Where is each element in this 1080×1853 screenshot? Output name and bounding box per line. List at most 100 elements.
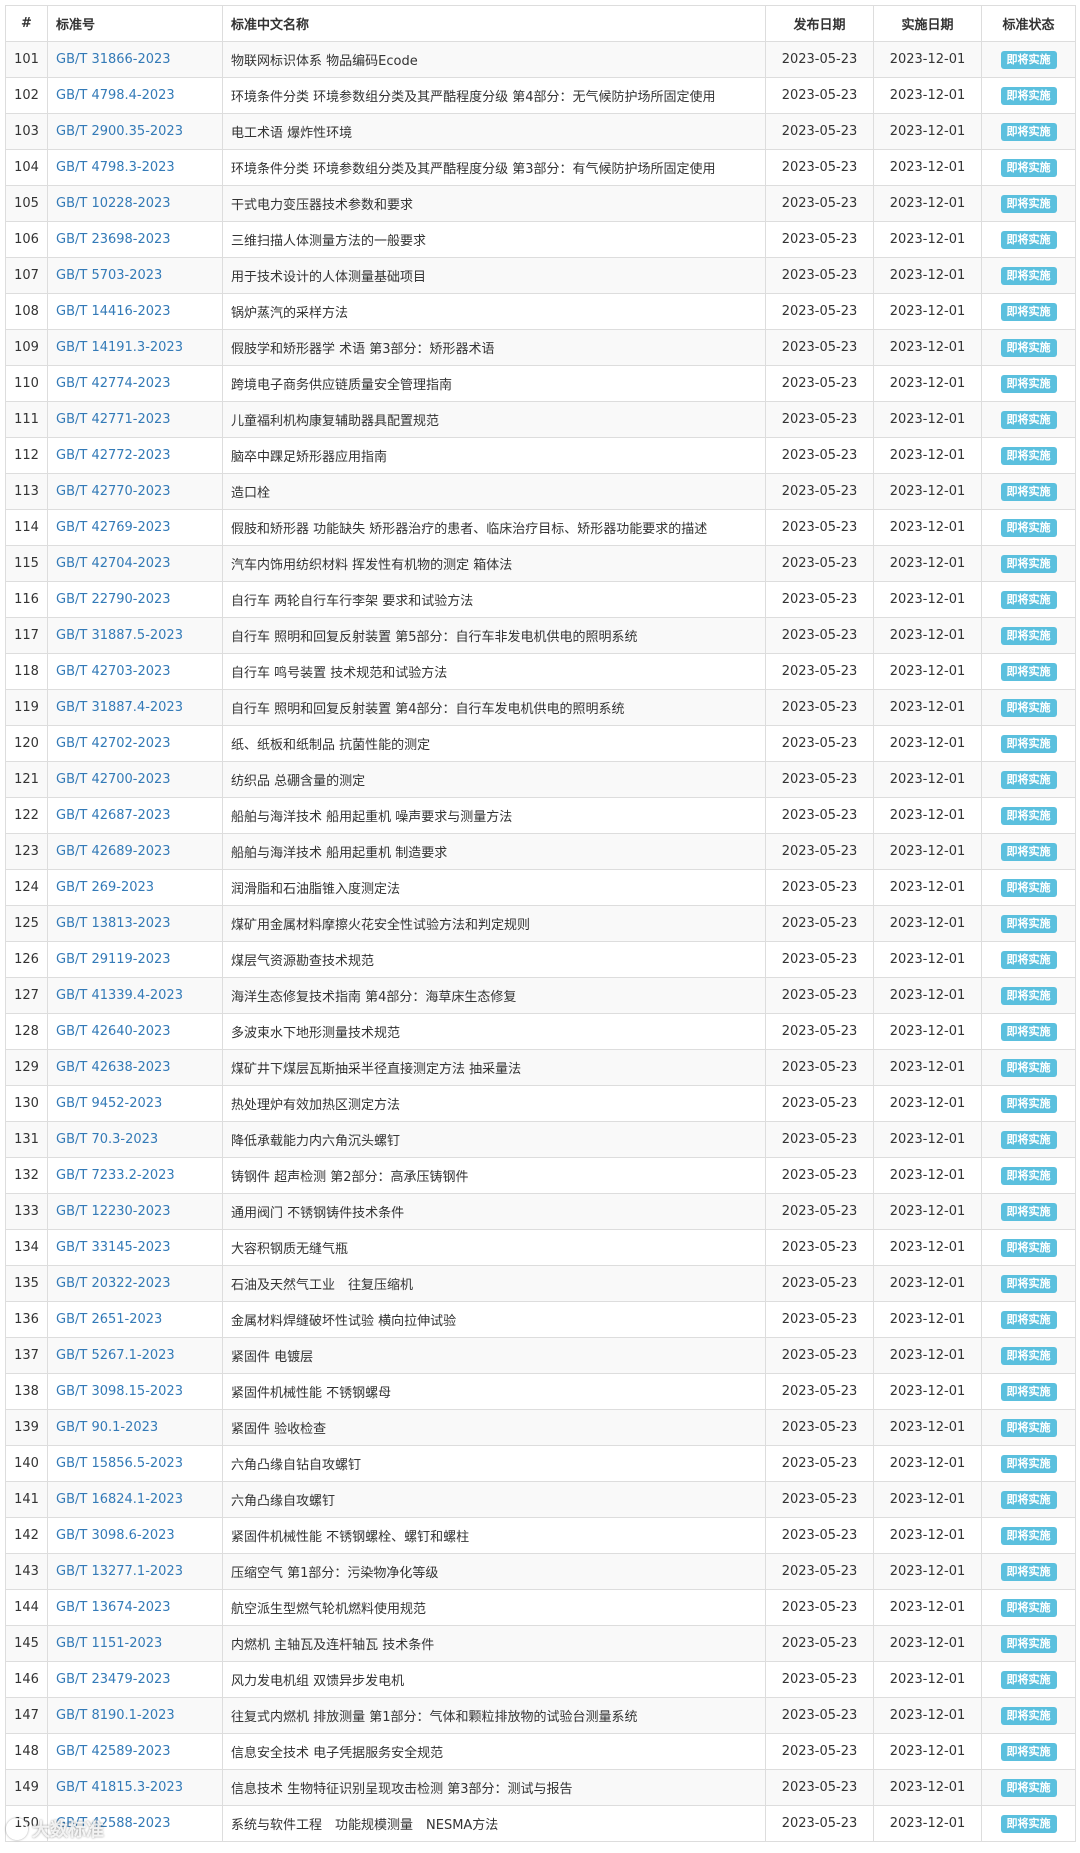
row-name-cell: 内燃机 主轴瓦及连杆轴瓦 技术条件 [222,1625,766,1662]
row-code-cell: GB/T 33145-2023 [47,1229,223,1266]
standard-code-link[interactable]: GB/T 42700-2023 [56,772,171,787]
standard-code-link[interactable]: GB/T 42770-2023 [56,484,171,499]
row-status-cell: 即将实施 [981,653,1076,690]
standard-code-link[interactable]: GB/T 1151-2023 [56,1636,162,1651]
standard-code-link[interactable]: GB/T 3098.6-2023 [56,1528,175,1543]
row-name: 假肢学和矫形器学 术语 第3部分：矫形器术语 [231,342,495,357]
standard-code-link[interactable]: GB/T 10228-2023 [56,196,171,211]
row-num: 131 [14,1132,39,1147]
standard-code-link[interactable]: GB/T 42703-2023 [56,664,171,679]
row-name: 压缩空气 第1部分：污染物净化等级 [231,1566,439,1581]
standard-code-link[interactable]: GB/T 16824.1-2023 [56,1492,183,1507]
status-badge: 即将实施 [1000,1022,1057,1041]
standard-code-link[interactable]: GB/T 42702-2023 [56,736,171,751]
row-publish-date: 2023-05-23 [781,1564,858,1579]
row-name: 三维扫描人体测量方法的一般要求 [231,234,427,249]
row-publish-date: 2023-05-23 [781,1636,858,1651]
status-badge: 即将实施 [1000,1382,1057,1401]
standard-code-link[interactable]: GB/T 269-2023 [56,880,154,895]
standard-code-link[interactable]: GB/T 33145-2023 [56,1240,171,1255]
row-num: 107 [14,268,39,283]
standard-code-link[interactable]: GB/T 20322-2023 [56,1276,171,1291]
row-publish-date: 2023-05-23 [781,916,858,931]
standard-code-link[interactable]: GB/T 70.3-2023 [56,1132,158,1147]
row-implement-date: 2023-12-01 [889,1096,966,1111]
standard-code-link[interactable]: GB/T 3098.15-2023 [56,1384,183,1399]
row-status-cell: 即将实施 [981,41,1076,78]
standard-code-link[interactable]: GB/T 41339.4-2023 [56,988,183,1003]
row-num: 120 [14,736,39,751]
standard-code-link[interactable]: GB/T 42640-2023 [56,1024,171,1039]
row-code-cell: GB/T 41339.4-2023 [47,977,223,1014]
table-row: 123 GB/T 42689-2023 船舶与海洋技术 船用起重机 制造要求 2023… [5,833,1076,870]
row-implement-date: 2023-12-01 [889,196,966,211]
row-num: 111 [14,412,39,427]
row-name-cell: 儿童福利机构康复辅助器具配置规范 [222,401,766,438]
standard-code-link[interactable]: GB/T 13277.1-2023 [56,1564,183,1579]
standard-code-link[interactable]: GB/T 42772-2023 [56,448,171,463]
row-num: 149 [14,1780,39,1795]
header-status: 标准状态 [981,5,1076,42]
standard-code-link[interactable]: GB/T 23698-2023 [56,232,171,247]
standard-code-link[interactable]: GB/T 29119-2023 [56,952,171,967]
standard-code-link[interactable]: GB/T 42638-2023 [56,1060,171,1075]
standard-code-link[interactable]: GB/T 14191.3-2023 [56,340,183,355]
row-name: 六角凸缘自钻自攻螺钉 [231,1458,362,1473]
row-name-cell: 煤层气资源勘查技术规范 [222,941,766,978]
row-num: 150 [14,1816,39,1831]
standard-code-link[interactable]: GB/T 5703-2023 [56,268,162,283]
status-badge: 即将实施 [1000,842,1057,861]
standard-code-link[interactable]: GB/T 2900.35-2023 [56,124,183,139]
row-publish-date-cell: 2023-05-23 [765,941,874,978]
standard-code-link[interactable]: GB/T 90.1-2023 [56,1420,158,1435]
row-publish-date: 2023-05-23 [781,628,858,643]
row-num-cell: 113 [5,473,48,510]
standard-code-link[interactable]: GB/T 22790-2023 [56,592,171,607]
standard-code-link[interactable]: GB/T 42774-2023 [56,376,171,391]
row-code-cell: GB/T 1151-2023 [47,1625,223,1662]
row-num: 122 [14,808,39,823]
standard-code-link[interactable]: GB/T 13674-2023 [56,1600,171,1615]
table-row: 135 GB/T 20322-2023 石油及天然气工业 往复压缩机 2023-05-… [5,1265,1076,1302]
standard-code-link[interactable]: GB/T 8190.1-2023 [56,1708,175,1723]
standard-code-link[interactable]: GB/T 23479-2023 [56,1672,171,1687]
row-name: 干式电力变压器技术参数和要求 [231,198,414,213]
row-publish-date-cell: 2023-05-23 [765,473,874,510]
standard-code-link[interactable]: GB/T 42704-2023 [56,556,171,571]
standard-code-link[interactable]: GB/T 31866-2023 [56,52,171,67]
row-implement-date-cell: 2023-12-01 [873,1301,982,1338]
row-name-cell: 环境条件分类 环境参数组分类及其严酷程度分级 第4部分：无气候防护场所固定使用 [222,77,766,114]
standard-code-link[interactable]: GB/T 13813-2023 [56,916,171,931]
standard-code-link[interactable]: GB/T 15856.5-2023 [56,1456,183,1471]
header-name: 标准中文名称 [222,5,766,42]
header-implement-date: 实施日期 [873,5,982,42]
standard-code-link[interactable]: GB/T 2651-2023 [56,1312,162,1327]
standard-code-link[interactable]: GB/T 42689-2023 [56,844,171,859]
row-code-cell: GB/T 3098.6-2023 [47,1517,223,1554]
row-implement-date: 2023-12-01 [889,1816,966,1831]
standard-code-link[interactable]: GB/T 42589-2023 [56,1744,171,1759]
standard-code-link[interactable]: GB/T 14416-2023 [56,304,171,319]
status-badge: 即将实施 [1000,806,1057,825]
row-status-cell: 即将实施 [981,1445,1076,1482]
standard-code-link[interactable]: GB/T 42769-2023 [56,520,171,535]
standard-code-link[interactable]: GB/T 4798.3-2023 [56,160,175,175]
standard-code-link[interactable]: GB/T 41815.3-2023 [56,1780,183,1795]
row-name-cell: 六角凸缘自攻螺钉 [222,1481,766,1518]
standard-code-link[interactable]: GB/T 9452-2023 [56,1096,162,1111]
row-implement-date: 2023-12-01 [889,952,966,967]
standard-code-link[interactable]: GB/T 31887.4-2023 [56,700,183,715]
row-num: 137 [14,1348,39,1363]
row-status-cell: 即将实施 [981,617,1076,654]
standard-code-link[interactable]: GB/T 42771-2023 [56,412,171,427]
row-status-cell: 即将实施 [981,293,1076,330]
standard-code-link[interactable]: GB/T 31887.5-2023 [56,628,183,643]
standard-code-link[interactable]: GB/T 4798.4-2023 [56,88,175,103]
row-num-cell: 114 [5,509,48,546]
standard-code-link[interactable]: GB/T 7233.2-2023 [56,1168,175,1183]
standard-code-link[interactable]: GB/T 42687-2023 [56,808,171,823]
row-num: 113 [14,484,39,499]
standard-code-link[interactable]: GB/T 42588-2023 [56,1816,171,1831]
standard-code-link[interactable]: GB/T 12230-2023 [56,1204,171,1219]
standard-code-link[interactable]: GB/T 5267.1-2023 [56,1348,175,1363]
